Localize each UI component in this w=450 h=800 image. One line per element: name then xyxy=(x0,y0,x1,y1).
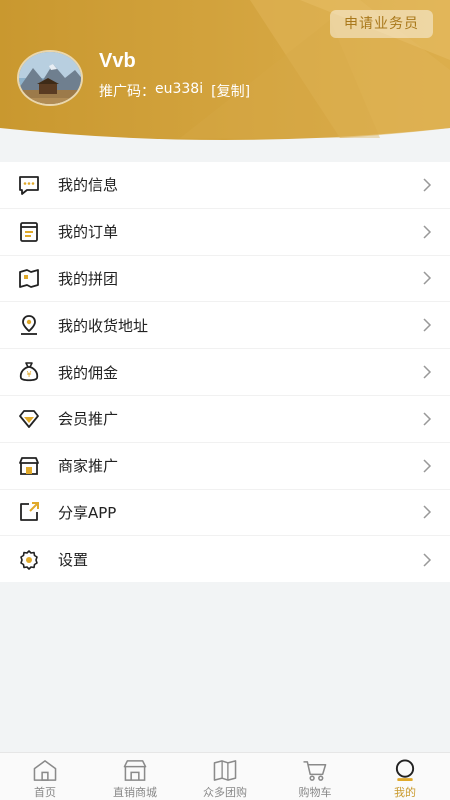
menu-item-label: 我的拼团 xyxy=(58,269,119,288)
menu-item-settings[interactable]: 设置 xyxy=(0,536,450,583)
order-icon xyxy=(20,221,38,242)
copy-promo-button[interactable]: [复制] xyxy=(211,81,250,101)
chevron-right-icon xyxy=(423,459,432,473)
tab-home[interactable]: 首页 xyxy=(0,753,90,800)
menu-item-label: 我的信息 xyxy=(58,176,119,195)
username: Vvb xyxy=(99,50,136,72)
chevron-right-icon xyxy=(423,412,432,426)
gear-icon xyxy=(20,549,38,570)
tab-profile[interactable]: 我的 xyxy=(360,753,450,800)
tab-label: 直销商城 xyxy=(113,786,157,799)
profile-icon xyxy=(395,759,415,782)
group-buy-icon xyxy=(213,760,237,781)
menu-item-my-commission[interactable]: ¥ 我的佣金 xyxy=(0,349,450,396)
menu-item-my-info[interactable]: 我的信息 xyxy=(0,162,450,209)
menu-item-label: 商家推广 xyxy=(58,457,119,476)
tab-group-buy[interactable]: 众多团购 xyxy=(180,753,270,800)
avatar[interactable] xyxy=(17,50,83,106)
address-pin-icon xyxy=(21,315,37,336)
home-icon xyxy=(33,760,57,781)
chevron-right-icon xyxy=(423,318,432,332)
tab-label: 首页 xyxy=(34,786,56,799)
tab-label: 购物车 xyxy=(298,786,332,799)
tab-cart[interactable]: 购物车 xyxy=(270,753,360,800)
menu-item-my-orders[interactable]: 我的订单 xyxy=(0,209,450,256)
chevron-right-icon xyxy=(423,271,432,286)
bottom-tab-bar: 首页 直销商城 众多团购 购物车 我的 xyxy=(0,752,450,800)
menu-item-merchant-promotion[interactable]: 商家推广 xyxy=(0,443,450,490)
store-icon xyxy=(19,456,39,475)
chevron-right-icon xyxy=(423,178,432,192)
menu-item-my-group-buy[interactable]: 我的拼团 xyxy=(0,256,450,303)
chevron-right-icon xyxy=(423,365,432,379)
share-icon xyxy=(20,502,39,522)
menu-item-label: 我的收货地址 xyxy=(58,316,149,335)
tab-label: 我的 xyxy=(394,786,416,799)
menu-list: 我的信息 我的订单 我的拼团 我的收货地址 ¥ 我的佣金 会员推广 商家推广 分… xyxy=(0,162,450,582)
tab-label: 众多团购 xyxy=(203,786,247,799)
chevron-right-icon xyxy=(423,553,432,567)
group-buy-icon xyxy=(19,269,39,289)
chevron-right-icon xyxy=(423,505,432,519)
promo-label: 推广码： xyxy=(99,84,155,100)
promo-code-row: 推广码： eu338i [复制] xyxy=(99,81,250,101)
promo-code: eu338i xyxy=(155,81,204,97)
menu-item-label: 会员推广 xyxy=(58,410,119,429)
menu-item-label: 分享APP xyxy=(58,503,117,522)
money-bag-icon: ¥ xyxy=(19,362,39,382)
store-icon xyxy=(123,760,147,781)
menu-item-member-promotion[interactable]: 会员推广 xyxy=(0,396,450,443)
diamond-icon xyxy=(19,409,39,428)
cart-icon xyxy=(303,761,327,781)
menu-item-label: 我的订单 xyxy=(58,223,119,242)
apply-salesman-button[interactable]: 申请业务员 xyxy=(330,10,433,38)
menu-item-my-address[interactable]: 我的收货地址 xyxy=(0,302,450,350)
svg-text:¥: ¥ xyxy=(26,370,31,379)
chevron-right-icon xyxy=(423,225,432,239)
menu-item-label: 设置 xyxy=(58,551,89,570)
tab-direct-mall[interactable]: 直销商城 xyxy=(90,753,180,800)
menu-item-share-app[interactable]: 分享APP xyxy=(0,490,450,537)
menu-item-label: 我的佣金 xyxy=(58,363,119,382)
message-icon xyxy=(19,175,39,195)
profile-header: 申请业务员 Vvb 推广码： eu338i [复制] xyxy=(0,0,450,160)
